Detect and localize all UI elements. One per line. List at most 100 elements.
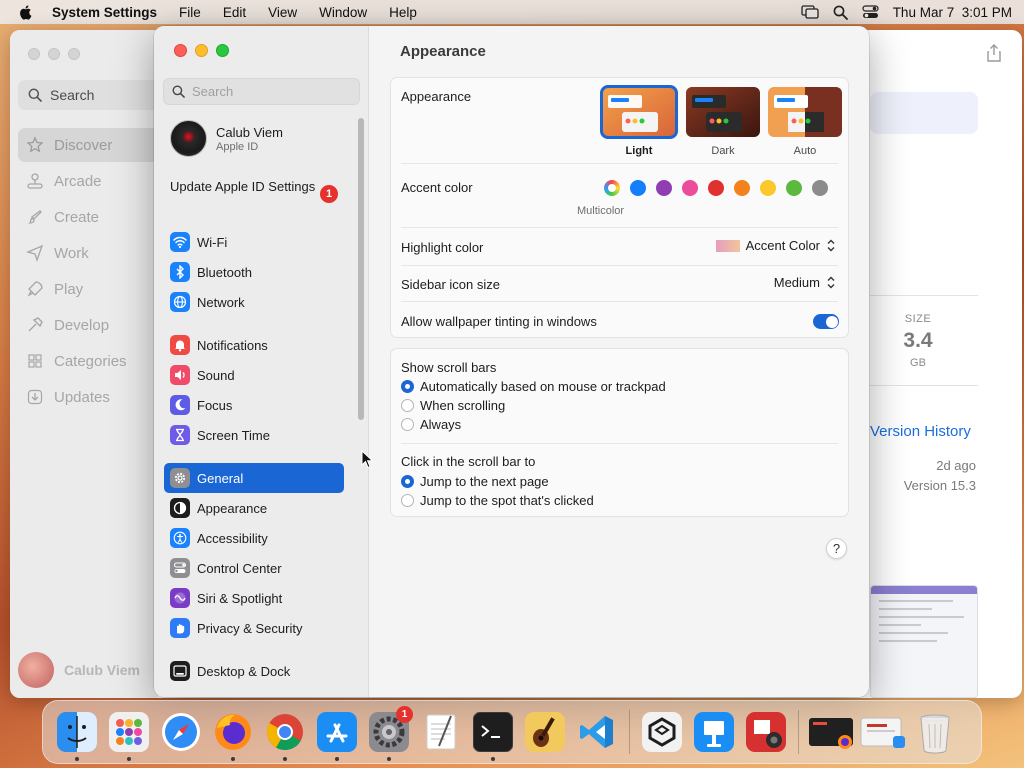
app-menu[interactable]: System Settings bbox=[52, 5, 157, 20]
theme-dark[interactable]: Dark bbox=[686, 87, 760, 157]
app-store-search[interactable]: Search bbox=[18, 80, 168, 110]
scrollbar-option-when-scrolling[interactable]: When scrolling bbox=[401, 398, 505, 413]
version-history-link[interactable]: Version History bbox=[870, 423, 971, 440]
chrome-icon[interactable] bbox=[259, 706, 311, 761]
sidebar-icon-size-popup[interactable]: Medium bbox=[774, 275, 836, 290]
sidebar-item-sound[interactable]: Sound bbox=[164, 360, 344, 390]
nav-updates[interactable]: Updates bbox=[18, 380, 168, 414]
theme-auto[interactable]: Auto bbox=[768, 87, 842, 157]
accent-color-swatch[interactable] bbox=[630, 180, 646, 196]
nav-create[interactable]: Create bbox=[18, 200, 168, 234]
finder-icon[interactable] bbox=[51, 706, 103, 761]
accent-color-swatch[interactable] bbox=[812, 180, 828, 196]
sidebar-item-siri-spotlight[interactable]: Siri & Spotlight bbox=[164, 583, 344, 613]
close-button[interactable] bbox=[174, 44, 187, 57]
zoom-button[interactable] bbox=[68, 48, 80, 60]
app-store-account[interactable]: Calub Viem bbox=[18, 652, 140, 688]
screen-mirroring-icon[interactable] bbox=[801, 5, 819, 19]
minimize-button[interactable] bbox=[48, 48, 60, 60]
accent-color-swatch[interactable] bbox=[734, 180, 750, 196]
show-scroll-bars-label: Show scroll bars bbox=[401, 360, 497, 375]
nav-arcade[interactable]: Arcade bbox=[18, 164, 168, 198]
app-store-icon[interactable] bbox=[311, 706, 363, 761]
radio[interactable] bbox=[401, 494, 414, 507]
sidebar-item-screen-time[interactable]: Screen Time bbox=[164, 420, 344, 450]
sidebar-item-control-center[interactable]: Control Center bbox=[164, 553, 344, 583]
zoom-button[interactable] bbox=[216, 44, 229, 57]
control-center-icon[interactable] bbox=[862, 5, 879, 19]
radio-selected[interactable] bbox=[401, 475, 414, 488]
sidebar-item-label: Focus bbox=[197, 397, 233, 413]
scrollbar-option-always[interactable]: Always bbox=[401, 417, 461, 432]
system-settings-icon[interactable]: 1 bbox=[363, 706, 415, 761]
cube-app-icon[interactable] bbox=[636, 706, 688, 758]
photo-booth-icon[interactable] bbox=[740, 706, 792, 758]
sidebar-icon-size-label: Sidebar icon size bbox=[401, 277, 500, 292]
accent-color-swatch[interactable] bbox=[708, 180, 724, 196]
click-option-next-page[interactable]: Jump to the next page bbox=[401, 474, 549, 489]
radio[interactable] bbox=[401, 418, 414, 431]
sidebar-item-notifications[interactable]: Notifications bbox=[164, 330, 344, 360]
recent-window-icon[interactable] bbox=[805, 706, 857, 758]
sidebar-item-appearance[interactable]: Appearance bbox=[164, 493, 344, 523]
textedit-icon[interactable] bbox=[415, 706, 467, 758]
accent-color-swatch[interactable] bbox=[760, 180, 776, 196]
terminal-icon[interactable] bbox=[467, 706, 519, 761]
settings-search[interactable] bbox=[163, 78, 360, 105]
apple-id-profile[interactable]: Calub Viem Apple ID bbox=[170, 120, 283, 157]
theme-light[interactable]: Light bbox=[600, 85, 678, 157]
trash-icon[interactable] bbox=[909, 706, 961, 758]
share-icon[interactable] bbox=[986, 44, 1002, 62]
scrollbar-option-automatic[interactable]: Automatically based on mouse or trackpad bbox=[401, 379, 666, 394]
edit-menu[interactable]: Edit bbox=[223, 5, 246, 20]
nav-work-label: Work bbox=[54, 244, 89, 262]
nav-discover[interactable]: Discover bbox=[18, 128, 168, 162]
sidebar-item-bluetooth[interactable]: Bluetooth bbox=[164, 257, 344, 287]
safari-icon[interactable] bbox=[155, 706, 207, 758]
file-menu[interactable]: File bbox=[179, 5, 201, 20]
sidebar-item-network[interactable]: Network bbox=[164, 287, 344, 317]
accent-color-swatch[interactable] bbox=[656, 180, 672, 196]
sidebar-scrollbar[interactable] bbox=[358, 118, 364, 420]
sidebar-item-focus[interactable]: Focus bbox=[164, 390, 344, 420]
sidebar-item-privacy-security[interactable]: Privacy & Security bbox=[164, 613, 344, 643]
nav-play[interactable]: Play bbox=[18, 272, 168, 306]
nav-create-label: Create bbox=[54, 208, 100, 226]
search-input[interactable] bbox=[192, 84, 352, 99]
close-button[interactable] bbox=[28, 48, 40, 60]
help-button[interactable]: ? bbox=[826, 538, 847, 559]
accent-multicolor-swatch[interactable] bbox=[604, 180, 620, 196]
sidebar-item-wi-fi[interactable]: Wi-Fi bbox=[164, 227, 344, 257]
vscode-icon[interactable] bbox=[571, 706, 623, 758]
nav-work[interactable]: Work bbox=[18, 236, 168, 270]
sidebar-item-general[interactable]: General bbox=[164, 463, 344, 493]
accent-color-label: Accent color bbox=[401, 180, 473, 195]
screenshot-thumbnail[interactable] bbox=[870, 585, 978, 698]
radio[interactable] bbox=[401, 399, 414, 412]
menu-bar-clock[interactable]: Thu Mar 7 3:01 PM bbox=[893, 5, 1012, 20]
radio-selected[interactable] bbox=[401, 380, 414, 393]
spotlight-search-icon[interactable] bbox=[833, 5, 848, 20]
sidebar-item-accessibility[interactable]: Accessibility bbox=[164, 523, 344, 553]
wallpaper-tinting-toggle[interactable] bbox=[813, 314, 839, 329]
apple-menu-icon[interactable] bbox=[18, 4, 34, 20]
divider bbox=[870, 295, 978, 296]
highlight-color-popup[interactable]: Accent Color bbox=[715, 238, 836, 253]
keynote-icon[interactable] bbox=[688, 706, 740, 758]
view-menu[interactable]: View bbox=[268, 5, 297, 20]
update-apple-id-settings[interactable]: Update Apple ID Settings bbox=[170, 179, 340, 195]
help-menu[interactable]: Help bbox=[389, 5, 417, 20]
launchpad-icon[interactable] bbox=[103, 706, 155, 761]
firefox-icon[interactable] bbox=[207, 706, 259, 761]
finder-stack-icon[interactable] bbox=[857, 706, 909, 758]
accent-color-swatch[interactable] bbox=[682, 180, 698, 196]
click-option-spot[interactable]: Jump to the spot that's clicked bbox=[401, 493, 594, 508]
sidebar-item-desktop-dock[interactable]: Desktop & Dock bbox=[164, 656, 344, 686]
accent-color-swatch[interactable] bbox=[786, 180, 802, 196]
nav-categories[interactable]: Categories bbox=[18, 344, 168, 378]
nav-develop[interactable]: Develop bbox=[18, 308, 168, 342]
scroll-bars-panel: Show scroll bars Automatically based on … bbox=[390, 348, 849, 517]
minimize-button[interactable] bbox=[195, 44, 208, 57]
window-menu[interactable]: Window bbox=[319, 5, 367, 20]
garageband-icon[interactable] bbox=[519, 706, 571, 758]
